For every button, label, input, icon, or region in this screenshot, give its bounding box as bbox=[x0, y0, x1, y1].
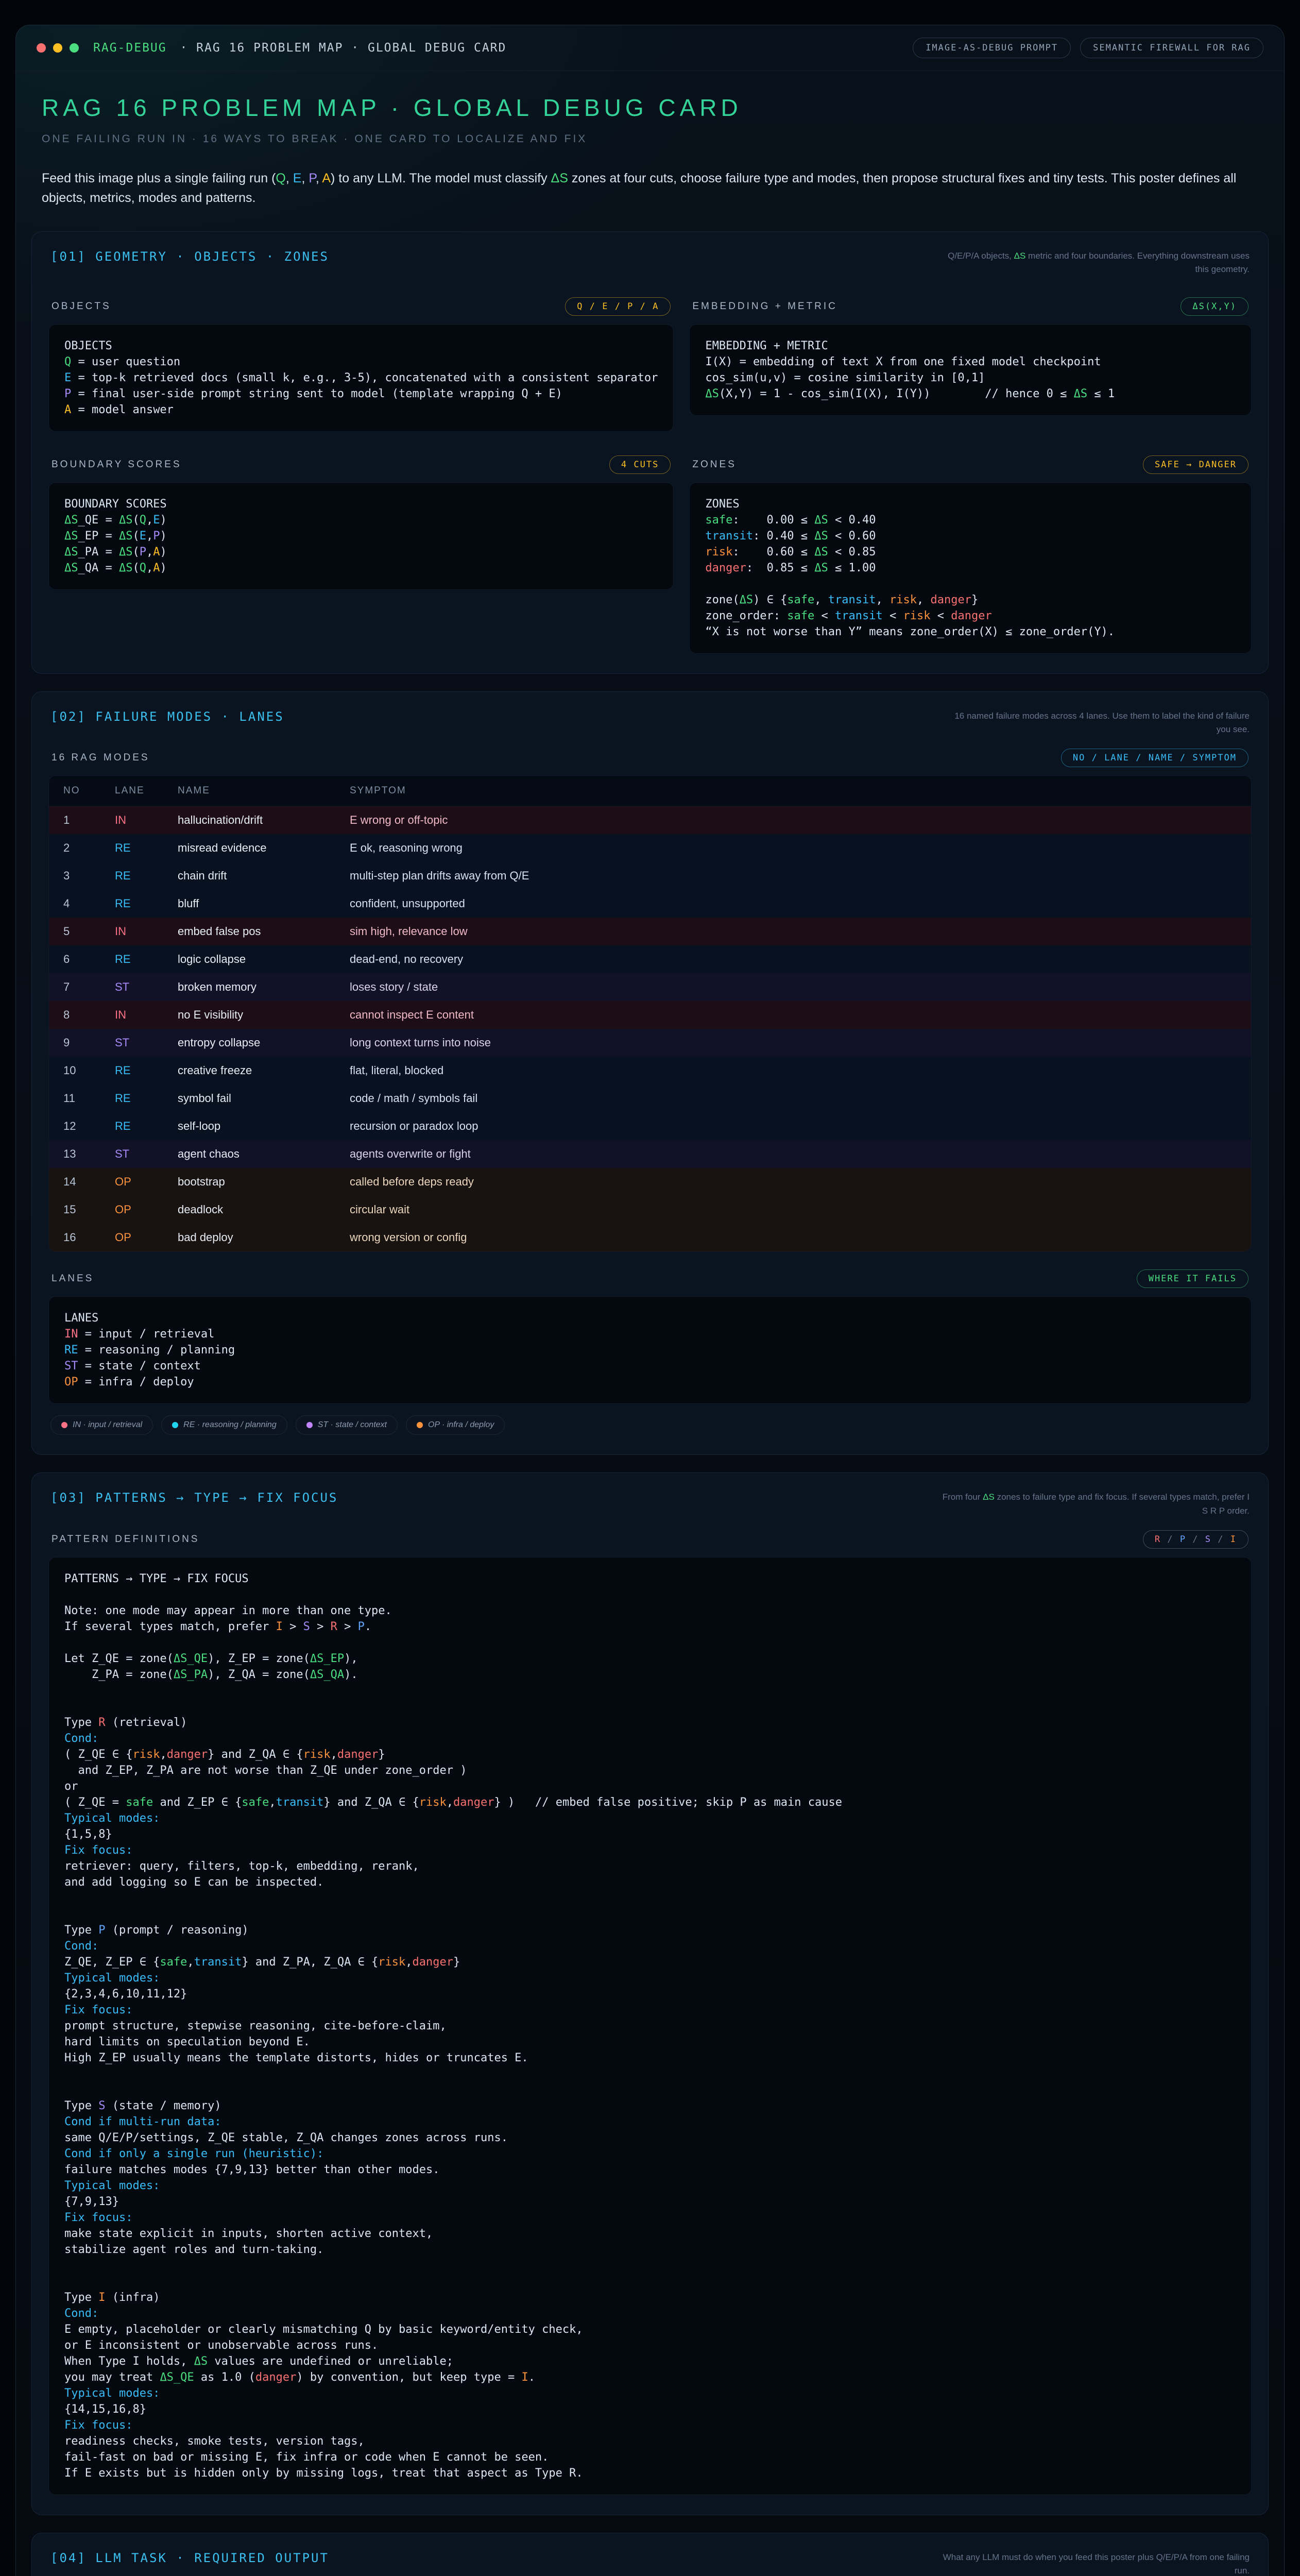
patterns-label: PATTERN DEFINITIONS bbox=[52, 1534, 199, 1545]
app-name: RAG-DEBUG bbox=[93, 41, 167, 55]
mode-row: 12REself-looprecursion or paradox loop bbox=[49, 1112, 1251, 1140]
intro: RAG 16 PROBLEM MAP · GLOBAL DEBUG CARD O… bbox=[16, 71, 1284, 214]
window-close-icon[interactable] bbox=[37, 43, 46, 53]
mode-row: 13STagent chaosagents overwrite or fight bbox=[49, 1140, 1251, 1168]
mode-row: 7STbroken memoryloses story / state bbox=[49, 973, 1251, 1001]
metric-label: EMBEDDING + METRIC bbox=[692, 301, 837, 312]
section-04-header: [04] LLM TASK · REQUIRED OUTPUT What any… bbox=[50, 2551, 1250, 2576]
mode-row: 3REchain driftmulti-step plan drifts awa… bbox=[49, 862, 1251, 890]
section-03-header: [03] PATTERNS → TYPE → FIX FOCUS From fo… bbox=[50, 1490, 1250, 1518]
mode-row: 16OPbad deploywrong version or config bbox=[49, 1224, 1251, 1251]
modes-table-body: 1INhallucination/driftE wrong or off-top… bbox=[49, 806, 1251, 1251]
section-03-title: [03] PATTERNS → TYPE → FIX FOCUS bbox=[50, 1490, 338, 1505]
zones-code-block: ZONESsafe: 0.00 ≤ ΔS < 0.40transit: 0.40… bbox=[689, 482, 1252, 654]
zones-label: ZONES bbox=[692, 459, 736, 470]
section-01-header: [01] GEOMETRY · OBJECTS · ZONES Q/E/P/A … bbox=[50, 249, 1250, 277]
mode-row: 15OPdeadlockcircular wait bbox=[49, 1196, 1251, 1224]
patterns-code-block: PATTERNS → TYPE → FIX FOCUS Note: one mo… bbox=[48, 1557, 1252, 2495]
section-02-title: [02] FAILURE MODES · LANES bbox=[50, 709, 284, 724]
zones-badge: SAFE → DANGER bbox=[1143, 455, 1248, 474]
lane-chip-IN: IN · input / retrieval bbox=[50, 1415, 153, 1435]
patterns-badge: R / P / S / I bbox=[1143, 1530, 1248, 1549]
panel-embedding-metric: EMBEDDING + METRIC ΔS(X,Y) EMBEDDING + M… bbox=[689, 289, 1252, 416]
boundary-label: BOUNDARY SCORES bbox=[52, 459, 182, 470]
metric-badge: ΔS(X,Y) bbox=[1181, 297, 1248, 316]
section-geometry: [01] GEOMETRY · OBJECTS · ZONES Q/E/P/A … bbox=[31, 231, 1269, 674]
lanes-label: LANES bbox=[52, 1273, 94, 1284]
lane-dot-icon bbox=[417, 1422, 423, 1428]
mode-row: 8INno E visibilitycannot inspect E conte… bbox=[49, 1001, 1251, 1029]
debug-card-window: RAG-DEBUG · RAG 16 PROBLEM MAP · GLOBAL … bbox=[15, 25, 1285, 2576]
boundary-code-block: BOUNDARY SCORESΔS_QE = ΔS(Q,E)ΔS_EP = ΔS… bbox=[48, 482, 674, 590]
titlebar-text: RAG-DEBUG · RAG 16 PROBLEM MAP · GLOBAL … bbox=[93, 41, 506, 55]
titlebar-pills: IMAGE-AS-DEBUG PROMPT SEMANTIC FIREWALL … bbox=[913, 38, 1263, 58]
section-03-note: From four ΔS zones to failure type and f… bbox=[940, 1490, 1250, 1518]
mode-row: 9STentropy collapselong context turns in… bbox=[49, 1029, 1251, 1057]
pill-image-as-debug-prompt: IMAGE-AS-DEBUG PROMPT bbox=[913, 38, 1071, 58]
mode-row: 11REsymbol failcode / math / symbols fai… bbox=[49, 1084, 1251, 1112]
section-llm-task: [04] LLM TASK · REQUIRED OUTPUT What any… bbox=[31, 2533, 1269, 2576]
document-title: · RAG 16 PROBLEM MAP · GLOBAL DEBUG CARD bbox=[180, 41, 506, 55]
col-header-name: NAME bbox=[178, 785, 350, 796]
section-02-header: [02] FAILURE MODES · LANES 16 named fail… bbox=[50, 709, 1250, 737]
section-02-note: 16 named failure modes across 4 lanes. U… bbox=[940, 709, 1250, 737]
col-header-no: NO bbox=[63, 785, 115, 796]
panel-boundary-scores: BOUNDARY SCORES 4 CUTS BOUNDARY SCORESΔS… bbox=[48, 447, 674, 590]
lead-paragraph: Feed this image plus a single failing ru… bbox=[42, 169, 1258, 208]
mode-row: 6RElogic collapsedead-end, no recovery bbox=[49, 945, 1251, 973]
modes-table: NO LANE NAME SYMPTOM 1INhallucination/dr… bbox=[48, 775, 1252, 1252]
modes-table-header: NO LANE NAME SYMPTOM bbox=[49, 776, 1251, 806]
lane-chip-RE: RE · reasoning / planning bbox=[161, 1415, 287, 1435]
window-maximize-icon[interactable] bbox=[70, 43, 79, 53]
section-failure-modes: [02] FAILURE MODES · LANES 16 named fail… bbox=[31, 691, 1269, 1455]
mode-row: 5INembed false possim high, relevance lo… bbox=[49, 918, 1251, 945]
mode-row: 2REmisread evidenceE ok, reasoning wrong bbox=[49, 834, 1251, 862]
lanes-badge: WHERE IT FAILS bbox=[1137, 1269, 1248, 1288]
section-01-note: Q/E/P/A objects, ΔS metric and four boun… bbox=[940, 249, 1250, 277]
window-minimize-icon[interactable] bbox=[53, 43, 62, 53]
col-header-lane: LANE bbox=[115, 785, 178, 796]
section-04-note: What any LLM must do when you feed this … bbox=[940, 2551, 1250, 2576]
section-patterns: [03] PATTERNS → TYPE → FIX FOCUS From fo… bbox=[31, 1472, 1269, 2515]
titlebar: RAG-DEBUG · RAG 16 PROBLEM MAP · GLOBAL … bbox=[16, 25, 1284, 71]
section-04-title: [04] LLM TASK · REQUIRED OUTPUT bbox=[50, 2551, 329, 2565]
lanes-code-block: LANESIN = input / retrievalRE = reasonin… bbox=[48, 1296, 1252, 1404]
mode-row: 4REbluffconfident, unsupported bbox=[49, 890, 1251, 918]
lane-dot-icon bbox=[61, 1422, 67, 1428]
lane-dot-icon bbox=[172, 1422, 178, 1428]
objects-code-block: OBJECTSQ = user questionE = top-k retrie… bbox=[48, 324, 674, 432]
mode-row: 1INhallucination/driftE wrong or off-top… bbox=[49, 806, 1251, 834]
lane-chip-ST: ST · state / context bbox=[296, 1415, 398, 1435]
page-title: RAG 16 PROBLEM MAP · GLOBAL DEBUG CARD bbox=[42, 94, 1258, 122]
metric-code-block: EMBEDDING + METRICI(X) = embedding of te… bbox=[689, 324, 1252, 416]
modes-badge: NO / LANE / NAME / SYMPTOM bbox=[1061, 749, 1248, 767]
lane-chip-OP: OP · infra / deploy bbox=[406, 1415, 505, 1435]
modes-label: 16 RAG MODES bbox=[52, 752, 150, 764]
boundary-badge: 4 CUTS bbox=[609, 455, 671, 474]
pill-semantic-firewall: SEMANTIC FIREWALL FOR RAG bbox=[1080, 38, 1263, 58]
objects-label: OBJECTS bbox=[52, 301, 111, 312]
col-header-symptom: SYMPTOM bbox=[350, 785, 1251, 796]
lane-dot-icon bbox=[306, 1422, 313, 1428]
lanes-legend: IN · input / retrieval RE · reasoning / p… bbox=[50, 1415, 1250, 1435]
panel-objects: OBJECTS Q / E / P / A OBJECTSQ = user qu… bbox=[48, 289, 674, 432]
section-01-title: [01] GEOMETRY · OBJECTS · ZONES bbox=[50, 249, 329, 264]
mode-row: 14OPbootstrapcalled before deps ready bbox=[49, 1168, 1251, 1196]
mode-row: 10REcreative freezeflat, literal, blocke… bbox=[49, 1057, 1251, 1084]
panel-zones: ZONES SAFE → DANGER ZONESsafe: 0.00 ≤ ΔS… bbox=[689, 447, 1252, 654]
objects-badge: Q / E / P / A bbox=[565, 297, 671, 316]
page-subtitle: ONE FAILING RUN IN · 16 WAYS TO BREAK · … bbox=[42, 133, 1258, 145]
